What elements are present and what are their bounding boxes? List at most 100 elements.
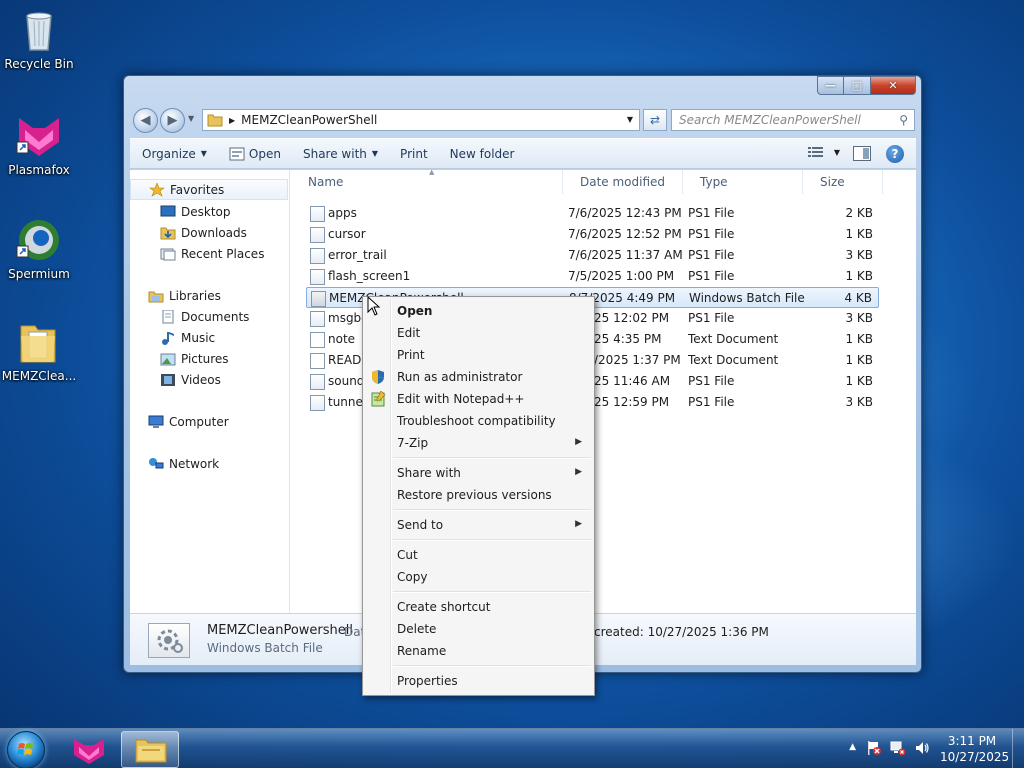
nav-recent-places-label: Recent Places — [181, 246, 265, 261]
nav-music[interactable]: Music — [130, 327, 288, 348]
file-date: 25 12:59 PM — [594, 395, 670, 409]
file-row[interactable]: error_trail 7/6/2025 11:37 AM PS1 File 3… — [306, 245, 879, 266]
menu-item-create-shortcut[interactable]: Create shortcut — [365, 596, 592, 618]
menu-item-troubleshoot[interactable]: Troubleshoot compatibility — [365, 410, 592, 432]
menu-item-delete[interactable]: Delete — [365, 618, 592, 640]
taskbar-plasmafox[interactable] — [60, 731, 118, 768]
nav-videos[interactable]: Videos — [130, 369, 288, 390]
chevron-down-icon: ▼ — [200, 149, 207, 158]
libraries-icon — [148, 289, 164, 303]
minimize-icon: — — [825, 79, 836, 92]
action-center-flag-icon[interactable] — [866, 740, 882, 756]
menu-item-open[interactable]: Open — [365, 300, 592, 322]
file-date: 7/6/2025 12:43 PM — [568, 206, 682, 220]
menu-item-edit-notepad[interactable]: Edit with Notepad++ — [365, 388, 592, 410]
address-dropdown-icon[interactable]: ▼ — [627, 115, 633, 124]
nav-network[interactable]: Network — [130, 453, 288, 474]
nav-computer[interactable]: Computer — [130, 411, 288, 432]
desktop-icon-memzclean-folder[interactable]: MEMZClea... — [1, 318, 77, 383]
menu-item-7zip[interactable]: 7-Zip ▶ — [365, 432, 592, 454]
share-with-button[interactable]: Share with ▼ — [303, 147, 378, 161]
column-header-size[interactable]: Size — [803, 170, 883, 194]
file-row[interactable]: apps 7/6/2025 12:43 PM PS1 File 2 KB — [306, 203, 879, 224]
nav-videos-label: Videos — [181, 372, 221, 387]
system-clock[interactable]: 3:11 PM 10/27/2025 — [940, 733, 1009, 765]
menu-item-rename[interactable]: Rename — [365, 640, 592, 662]
menu-item-properties[interactable]: Properties — [365, 670, 592, 692]
nav-downloads[interactable]: Downloads — [130, 222, 288, 243]
taskbar-explorer[interactable] — [121, 731, 179, 768]
uac-shield-icon — [370, 369, 386, 385]
menu-item-label: Edit with Notepad++ — [397, 392, 525, 406]
file-name: sound — [328, 374, 365, 388]
file-type: Text Document — [688, 353, 779, 367]
nav-network-label: Network — [169, 456, 220, 471]
menu-item-restore-versions[interactable]: Restore previous versions — [365, 484, 592, 506]
breadcrumb-separator-icon[interactable]: ▶ — [229, 116, 235, 125]
file-size: 1 KB — [845, 374, 873, 388]
volume-icon[interactable] — [914, 740, 930, 756]
batch-file-icon — [311, 291, 326, 307]
print-button[interactable]: Print — [400, 147, 428, 161]
address-bar[interactable]: ▶ MEMZCleanPowerShell ▼ — [202, 109, 640, 131]
file-name: flash_screen1 — [328, 269, 411, 283]
sort-ascending-icon: ▲ — [429, 168, 435, 176]
show-desktop-button[interactable] — [1012, 729, 1024, 768]
column-header-date[interactable]: Date modified — [563, 170, 683, 194]
context-menu: Open Edit Print Run as administrator Edi… — [362, 296, 595, 696]
help-button[interactable]: ? — [886, 145, 904, 163]
menu-item-copy[interactable]: Copy — [365, 566, 592, 588]
search-icon[interactable]: ⚲ — [899, 113, 908, 127]
desktop-icon-plasmafox[interactable]: Plasmafox — [1, 112, 77, 177]
search-placeholder: Search MEMZCleanPowerShell — [679, 113, 861, 127]
minimize-button[interactable]: — — [817, 76, 844, 95]
column-header-type[interactable]: Type — [683, 170, 803, 194]
help-icon: ? — [891, 147, 899, 161]
menu-item-share-with[interactable]: Share with ▶ — [365, 462, 592, 484]
preview-pane-button[interactable] — [853, 146, 871, 161]
file-row[interactable]: cursor 7/6/2025 12:52 PM PS1 File 1 KB — [306, 224, 879, 245]
file-size: 2 KB — [845, 206, 873, 220]
file-row[interactable]: flash_screen1 7/5/2025 1:00 PM PS1 File … — [306, 266, 879, 287]
menu-item-print[interactable]: Print — [365, 344, 592, 366]
refresh-button[interactable]: ⇄ — [643, 109, 667, 131]
change-view-button[interactable]: ▼ — [807, 146, 840, 158]
file-size: 1 KB — [845, 332, 873, 346]
spermium-icon — [15, 216, 63, 264]
desktop-icon-spermium[interactable]: Spermium — [1, 216, 77, 281]
nav-favorites[interactable]: Favorites — [130, 179, 288, 200]
forward-button[interactable]: ▶ — [160, 108, 185, 133]
nav-pictures[interactable]: Pictures — [130, 348, 288, 369]
maximize-button[interactable]: □ — [844, 76, 871, 95]
column-name-label: Name — [308, 175, 344, 189]
show-hidden-icons-arrow[interactable]: ▲ — [849, 742, 856, 752]
nav-desktop[interactable]: Desktop — [130, 201, 288, 222]
nav-libraries[interactable]: Libraries — [130, 285, 288, 306]
organize-button[interactable]: Organize ▼ — [142, 147, 207, 161]
column-header-name[interactable]: Name ▲ — [291, 168, 563, 194]
network-status-icon[interactable] — [890, 740, 906, 756]
back-button[interactable]: ◀ — [133, 108, 158, 133]
file-size: 1 KB — [845, 269, 873, 283]
search-input[interactable]: Search MEMZCleanPowerShell ⚲ — [671, 109, 915, 131]
nav-recent-places[interactable]: Recent Places — [130, 243, 288, 264]
start-button[interactable] — [7, 731, 45, 768]
computer-icon — [148, 415, 164, 429]
navigation-bar: ◀ ▶ ▼ ▶ MEMZCleanPowerShell ▼ ⇄ Search M… — [130, 106, 916, 134]
file-date: 7/5/2025 1:00 PM — [568, 269, 675, 283]
file-size: 3 KB — [845, 395, 873, 409]
menu-item-label: Restore previous versions — [397, 488, 552, 502]
open-button[interactable]: Open — [229, 147, 281, 161]
menu-item-edit[interactable]: Edit — [365, 322, 592, 344]
breadcrumb-current[interactable]: MEMZCleanPowerShell — [241, 113, 377, 127]
menu-item-send-to[interactable]: Send to ▶ — [365, 514, 592, 536]
menu-item-cut[interactable]: Cut — [365, 544, 592, 566]
menu-item-run-as-admin[interactable]: Run as administrator — [365, 366, 592, 388]
recent-pages-dropdown-icon[interactable]: ▼ — [188, 114, 194, 123]
desktop-icon-recycle-bin[interactable]: Recycle Bin — [1, 6, 77, 71]
new-folder-button[interactable]: New folder — [450, 147, 515, 161]
file-type: PS1 File — [688, 269, 735, 283]
file-name: cursor — [328, 227, 366, 241]
nav-documents[interactable]: Documents — [130, 306, 288, 327]
close-button[interactable]: ✕ — [871, 76, 916, 95]
